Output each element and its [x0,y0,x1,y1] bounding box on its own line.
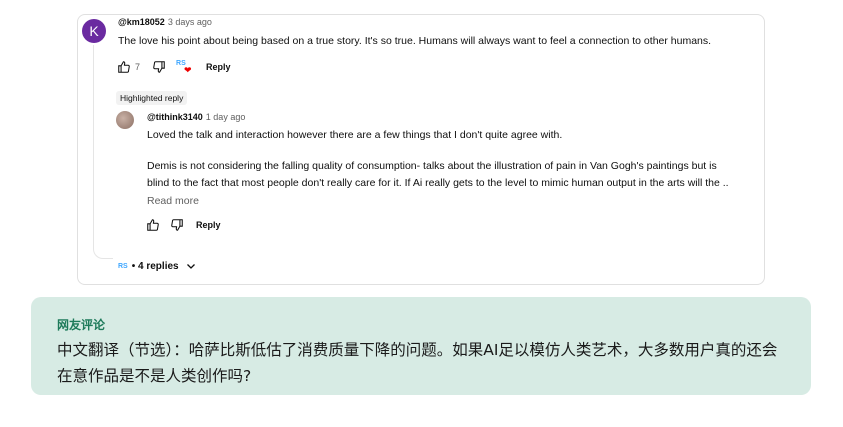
avatar-letter: K [89,23,99,39]
replies-toggle[interactable]: RS • 4 replies [118,260,197,272]
heart-icon: ❤ [184,65,192,75]
like-icon[interactable] [146,218,160,232]
comment-actions: 7 RS ❤ Reply [117,60,231,75]
dislike-icon[interactable] [152,60,166,74]
thread-line [93,45,113,259]
comment-time[interactable]: 3 days ago [168,17,212,27]
reply-avatar[interactable] [116,111,134,129]
creator-heart-icon: RS ❤ [176,60,194,75]
reply-button[interactable]: Reply [206,62,231,72]
avatar[interactable]: K [82,19,106,43]
reply-button[interactable]: Reply [196,220,221,230]
read-more-link[interactable]: Read more [147,195,199,207]
reply-time[interactable]: 1 day ago [206,112,246,122]
reply-actions: Reply [146,218,221,232]
like-count: 7 [135,62,141,72]
comment-meta: @km18052 3 days ago [118,17,212,27]
comment-author[interactable]: @km18052 [118,17,165,27]
creator-badge: RS [118,262,128,270]
reply-author[interactable]: @tithink3140 [147,112,203,122]
reply-meta: @tithink3140 1 day ago [147,112,245,122]
dislike-icon[interactable] [170,218,184,232]
reply-text-line: Loved the talk and interaction however t… [147,129,563,141]
reply-text-line: Demis is not considering the falling qua… [147,160,717,172]
note-body: 中文翻译（节选）：哈萨比斯低估了消费质量下降的问题。如果AI足以模仿人类艺术，大… [57,341,778,385]
reply-text-line: blind to the fact that most people don't… [147,177,729,189]
note-title: 网友评论 [57,318,106,332]
comment-card [77,14,765,285]
comment-text: The love his point about being based on … [118,35,712,47]
chevron-down-icon [185,260,197,272]
like-icon[interactable] [117,60,131,74]
highlighted-badge: Highlighted reply [116,91,188,105]
replies-count: • 4 replies [131,260,179,272]
